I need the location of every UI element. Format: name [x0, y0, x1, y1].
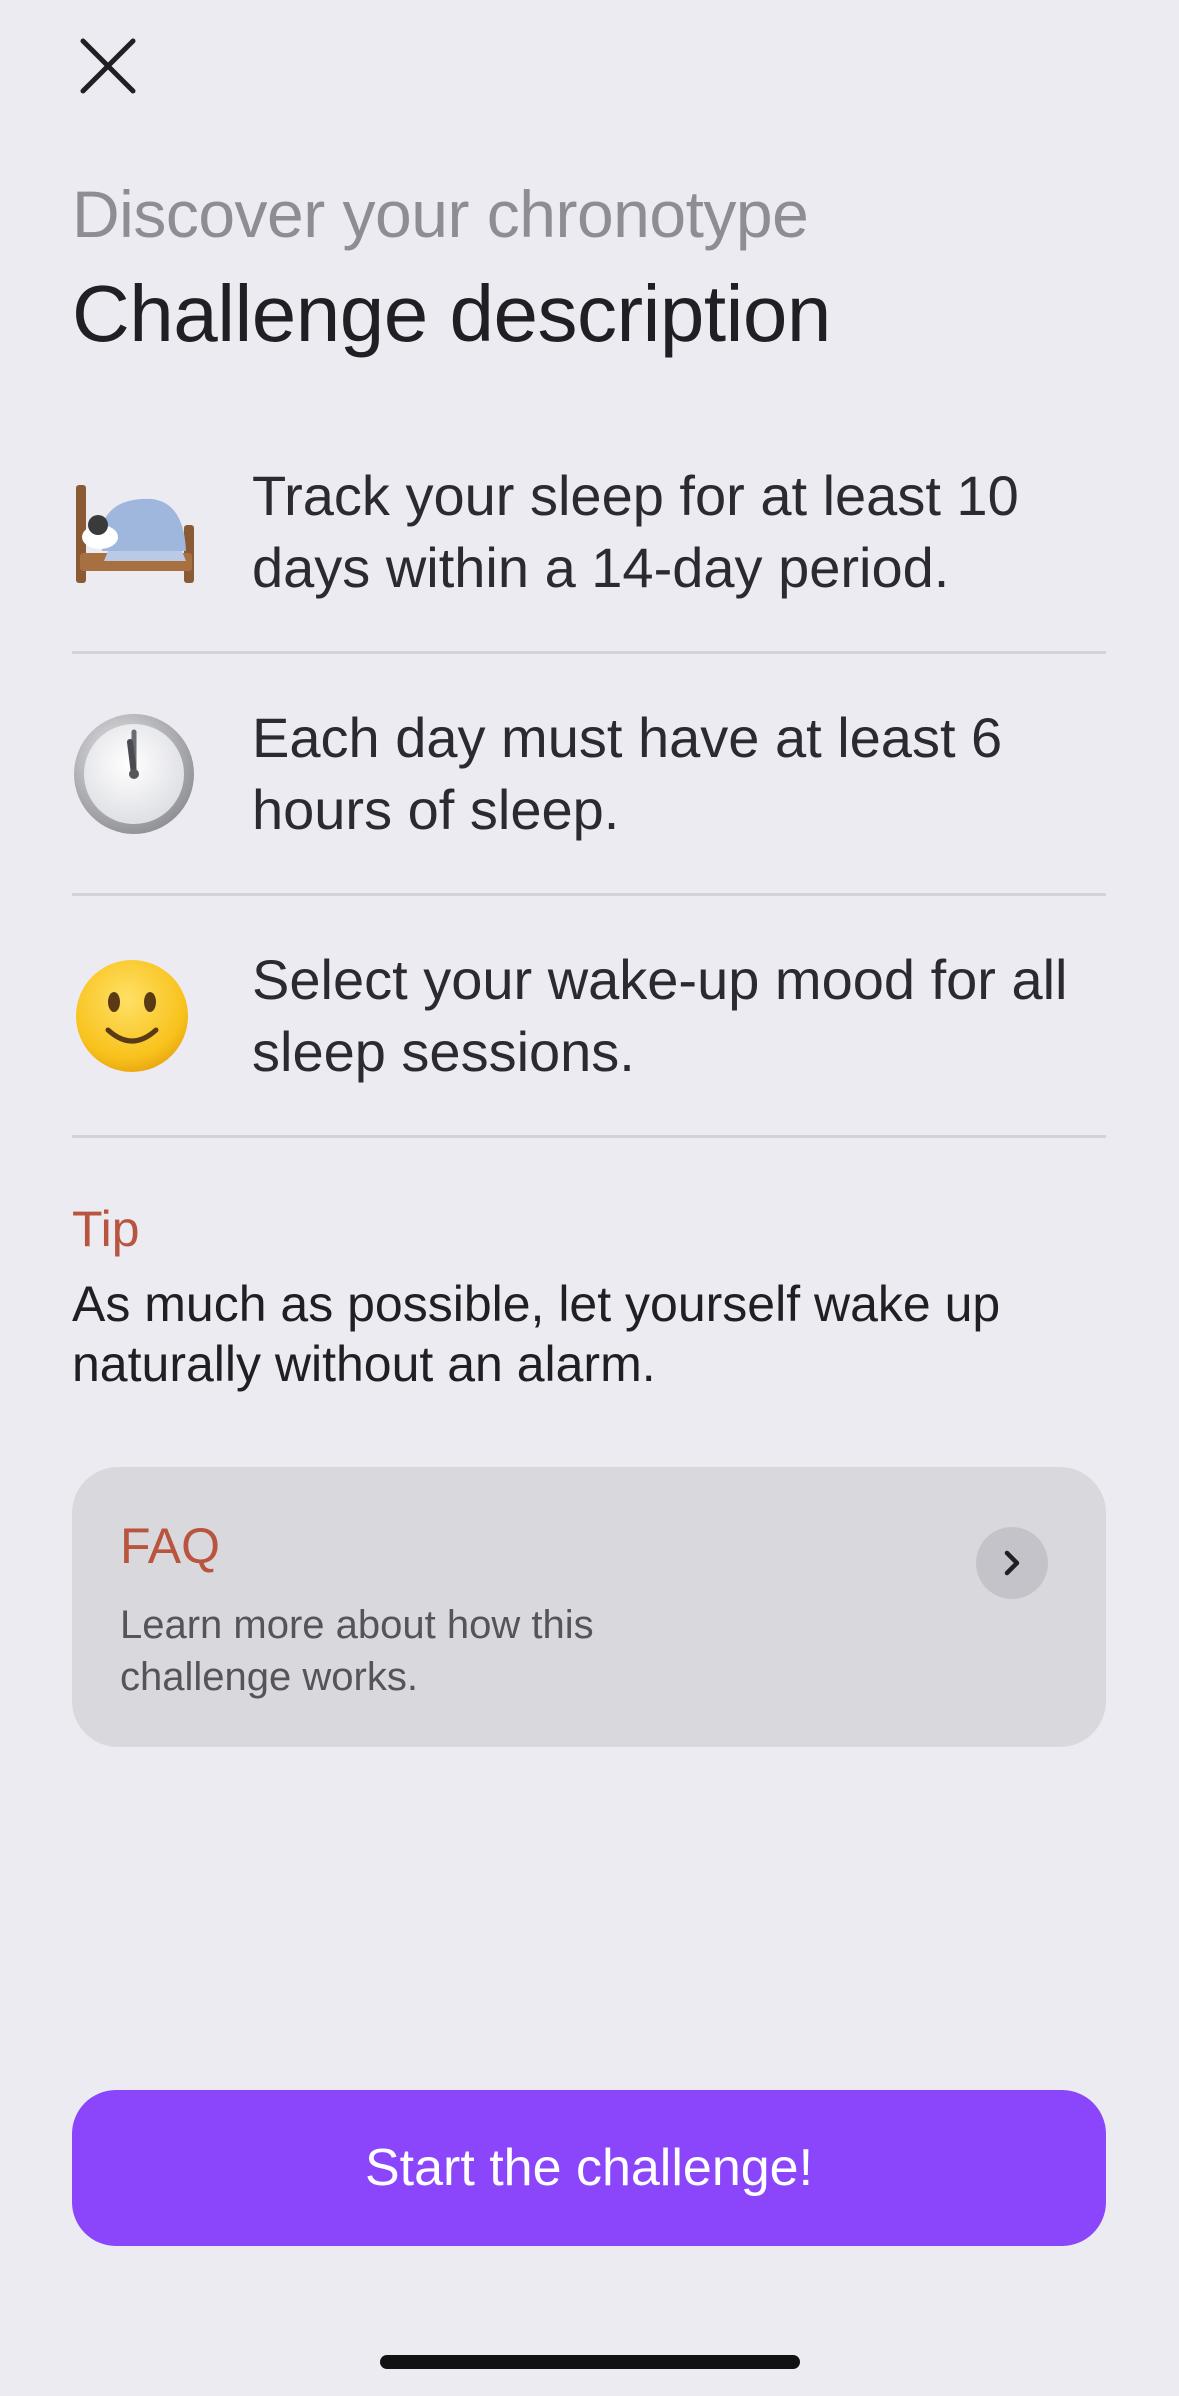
close-icon — [80, 38, 136, 94]
page-title: Challenge description — [72, 269, 831, 358]
faq-description: Learn more about how this challenge work… — [120, 1603, 594, 1699]
rule-item-wake-mood: Select your wake-up mood for all sleep s… — [72, 896, 1106, 1138]
home-indicator[interactable] — [380, 2355, 800, 2369]
faq-card[interactable]: FAQ Learn more about how this challenge … — [72, 1467, 1106, 1747]
rule-item-track-sleep: Track your sleep for at least 10 days wi… — [72, 412, 1106, 654]
start-challenge-button[interactable]: Start the challenge! — [72, 2090, 1106, 2246]
close-button[interactable] — [72, 30, 144, 102]
rule-item-six-hours: Each day must have at least 6 hours of s… — [72, 654, 1106, 896]
faq-title: FAQ — [120, 1518, 221, 1574]
challenge-rules-list: Track your sleep for at least 10 days wi… — [72, 412, 1106, 1138]
page-subtitle: Discover your chronotype — [72, 177, 809, 251]
clock-icon — [74, 713, 194, 834]
smiling-face-icon — [76, 959, 188, 1072]
chevron-right-icon — [1004, 1550, 1020, 1576]
rule-text: Each day must have at least 6 hours of s… — [252, 705, 1003, 841]
rule-text: Track your sleep for at least 10 days wi… — [252, 463, 1019, 599]
tip-label: Tip — [72, 1201, 140, 1257]
faq-chevron-button[interactable] — [976, 1527, 1048, 1599]
tip-text: As much as possible, let yourself wake u… — [72, 1276, 1001, 1392]
bed-icon — [76, 484, 194, 583]
rule-text: Select your wake-up mood for all sleep s… — [252, 947, 1068, 1083]
